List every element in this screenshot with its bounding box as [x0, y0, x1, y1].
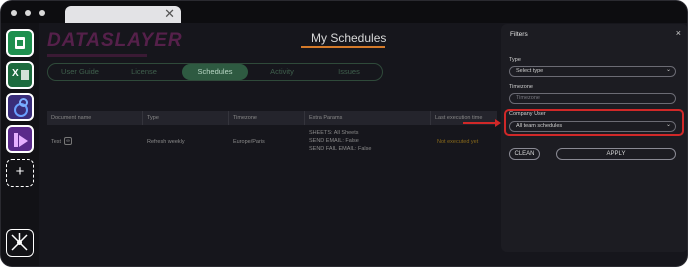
tab-activity[interactable]: Activity — [254, 64, 310, 80]
table-header: Document name Type Timezone Extra Params… — [47, 111, 497, 125]
type-select[interactable]: Select type ⌄ — [509, 66, 676, 77]
chevron-down-icon: ⌄ — [665, 67, 671, 73]
power-bi-icon[interactable] — [6, 125, 34, 153]
column-header-type[interactable]: Type — [143, 111, 229, 125]
column-header-document-name[interactable]: Document name — [47, 111, 143, 125]
column-header-timezone[interactable]: Timezone — [229, 111, 305, 125]
link-icon[interactable]: ∞ — [64, 137, 72, 145]
filters-title: Filters — [510, 31, 528, 38]
cell-last-execution: Not executed yet — [437, 139, 479, 145]
filters-panel: Filters × Type Select type ⌄ Timezone Ti… — [501, 24, 687, 252]
tab-close-icon[interactable]: ✕ — [164, 6, 175, 22]
google-sheets-icon[interactable] — [6, 29, 34, 57]
timezone-input[interactable]: Timezone — [509, 93, 676, 104]
cell-timezone: Europe/Paris — [233, 139, 265, 145]
highlight-box — [504, 109, 684, 136]
tab-license[interactable]: License — [118, 64, 170, 80]
window-minimize-dot[interactable] — [25, 10, 31, 16]
apply-button[interactable]: APPLY — [556, 148, 676, 160]
looker-studio-icon[interactable] — [6, 93, 34, 121]
window-close-dot[interactable] — [11, 10, 17, 16]
tab-user-guide[interactable]: User Guide — [50, 64, 110, 80]
add-icon[interactable]: + — [6, 159, 34, 187]
logo-underline — [47, 54, 147, 57]
timezone-label: Timezone — [509, 84, 533, 90]
close-icon[interactable]: × — [676, 28, 681, 38]
title-bar: ✕ — [1, 1, 687, 23]
nav-tabs: User Guide License Schedules Activity Is… — [47, 63, 383, 81]
annotation-arrow-head — [495, 119, 501, 127]
cell-extra-params-send-fail-email: SEND FAIL EMAIL: False — [309, 146, 372, 152]
dataslayer-logo: DATASLAYER — [47, 30, 183, 51]
page-title: My Schedules — [311, 31, 387, 45]
cell-extra-params-sheets: SHEETS: All Sheets — [309, 130, 359, 136]
sidebar: X + — [1, 23, 39, 266]
type-select-value: Select type — [516, 68, 544, 74]
clean-button[interactable]: CLEAN — [509, 148, 540, 160]
tab-schedules[interactable]: Schedules — [182, 64, 248, 80]
window-maximize-dot[interactable] — [39, 10, 45, 16]
tab-issues[interactable]: Issues — [320, 64, 378, 80]
browser-tab[interactable]: ✕ — [65, 6, 181, 23]
annotation-arrow — [463, 122, 499, 124]
cell-document-name: Test — [51, 139, 62, 145]
excel-icon[interactable]: X — [6, 61, 34, 89]
page-title-underline — [301, 46, 385, 48]
type-label: Type — [509, 57, 521, 63]
cell-extra-params-send-email: SEND EMAIL: False — [309, 138, 359, 144]
hub-icon[interactable] — [6, 229, 34, 257]
column-header-extra-params[interactable]: Extra Params — [305, 111, 431, 125]
app-window: ✕ X + DATASLAYER My Schedules User Guide… — [0, 0, 688, 267]
cell-type: Refresh weekly — [147, 139, 185, 145]
